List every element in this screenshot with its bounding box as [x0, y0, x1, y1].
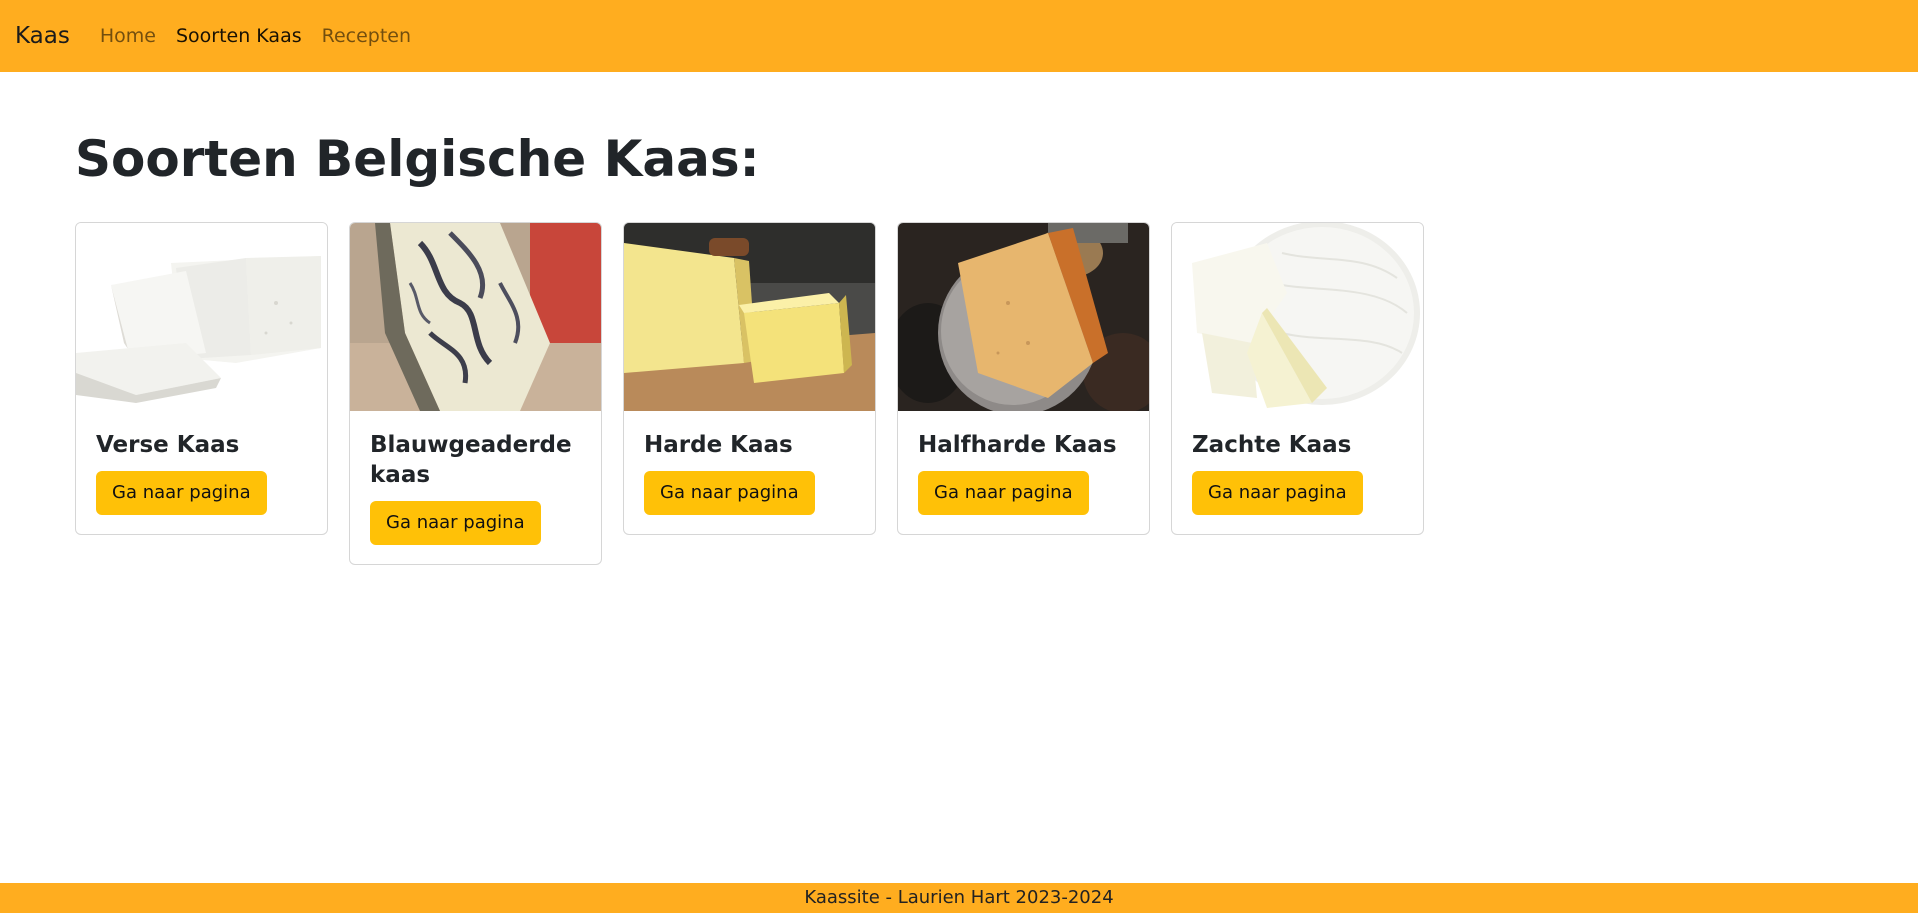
halfharde-kaas-image	[898, 223, 1149, 411]
harde-kaas-image	[624, 223, 875, 411]
footer: Kaassite - Laurien Hart 2023-2024	[0, 883, 1918, 913]
card-title: Verse Kaas	[96, 432, 240, 458]
footer-text: Kaassite - Laurien Hart 2023-2024	[804, 887, 1114, 908]
ga-naar-pagina-button[interactable]: Ga naar pagina	[1192, 471, 1363, 515]
card-title: Zachte Kaas	[1192, 432, 1352, 458]
ga-naar-pagina-button[interactable]: Ga naar pagina	[370, 500, 541, 545]
card-body: Verse Kaas Ga naar pagina	[76, 411, 327, 534]
nav-link-recepten[interactable]: Recepten	[322, 26, 411, 46]
card-blauwgeaderde-kaas: Blauwgeaderde kaas Ga naar pagina	[349, 222, 602, 565]
page-title: Soorten Belgische Kaas:	[75, 130, 760, 188]
card-body: Halfharde Kaas Ga naar pagina	[898, 411, 1149, 534]
cheese-cards: Verse Kaas Ga naar pagina Blauwgeaderde …	[75, 222, 1424, 565]
card-halfharde-kaas: Halfharde Kaas Ga naar pagina	[897, 222, 1150, 535]
verse-kaas-image	[76, 223, 327, 411]
card-harde-kaas: Harde Kaas Ga naar pagina	[623, 222, 876, 535]
card-body: Zachte Kaas Ga naar pagina	[1172, 411, 1423, 534]
ga-naar-pagina-button[interactable]: Ga naar pagina	[644, 471, 815, 515]
zachte-kaas-image	[1172, 223, 1423, 411]
card-body: Harde Kaas Ga naar pagina	[624, 411, 875, 534]
nav-link-soorten-kaas[interactable]: Soorten Kaas	[176, 26, 302, 46]
card-title: Halfharde Kaas	[918, 432, 1117, 458]
ga-naar-pagina-button[interactable]: Ga naar pagina	[918, 471, 1089, 515]
ga-naar-pagina-button[interactable]: Ga naar pagina	[96, 471, 267, 515]
card-zachte-kaas: Zachte Kaas Ga naar pagina	[1171, 222, 1424, 535]
brand-link[interactable]: Kaas	[15, 24, 70, 48]
card-verse-kaas: Verse Kaas Ga naar pagina	[75, 222, 328, 535]
card-title: Blauwgeaderde kaas	[370, 432, 572, 488]
card-body: Blauwgeaderde kaas Ga naar pagina	[350, 411, 601, 564]
top-navbar: Kaas Home Soorten Kaas Recepten	[0, 0, 1918, 72]
card-title: Harde Kaas	[644, 432, 793, 458]
blauwgeaderde-kaas-image	[350, 223, 601, 411]
nav-link-home[interactable]: Home	[100, 26, 156, 46]
